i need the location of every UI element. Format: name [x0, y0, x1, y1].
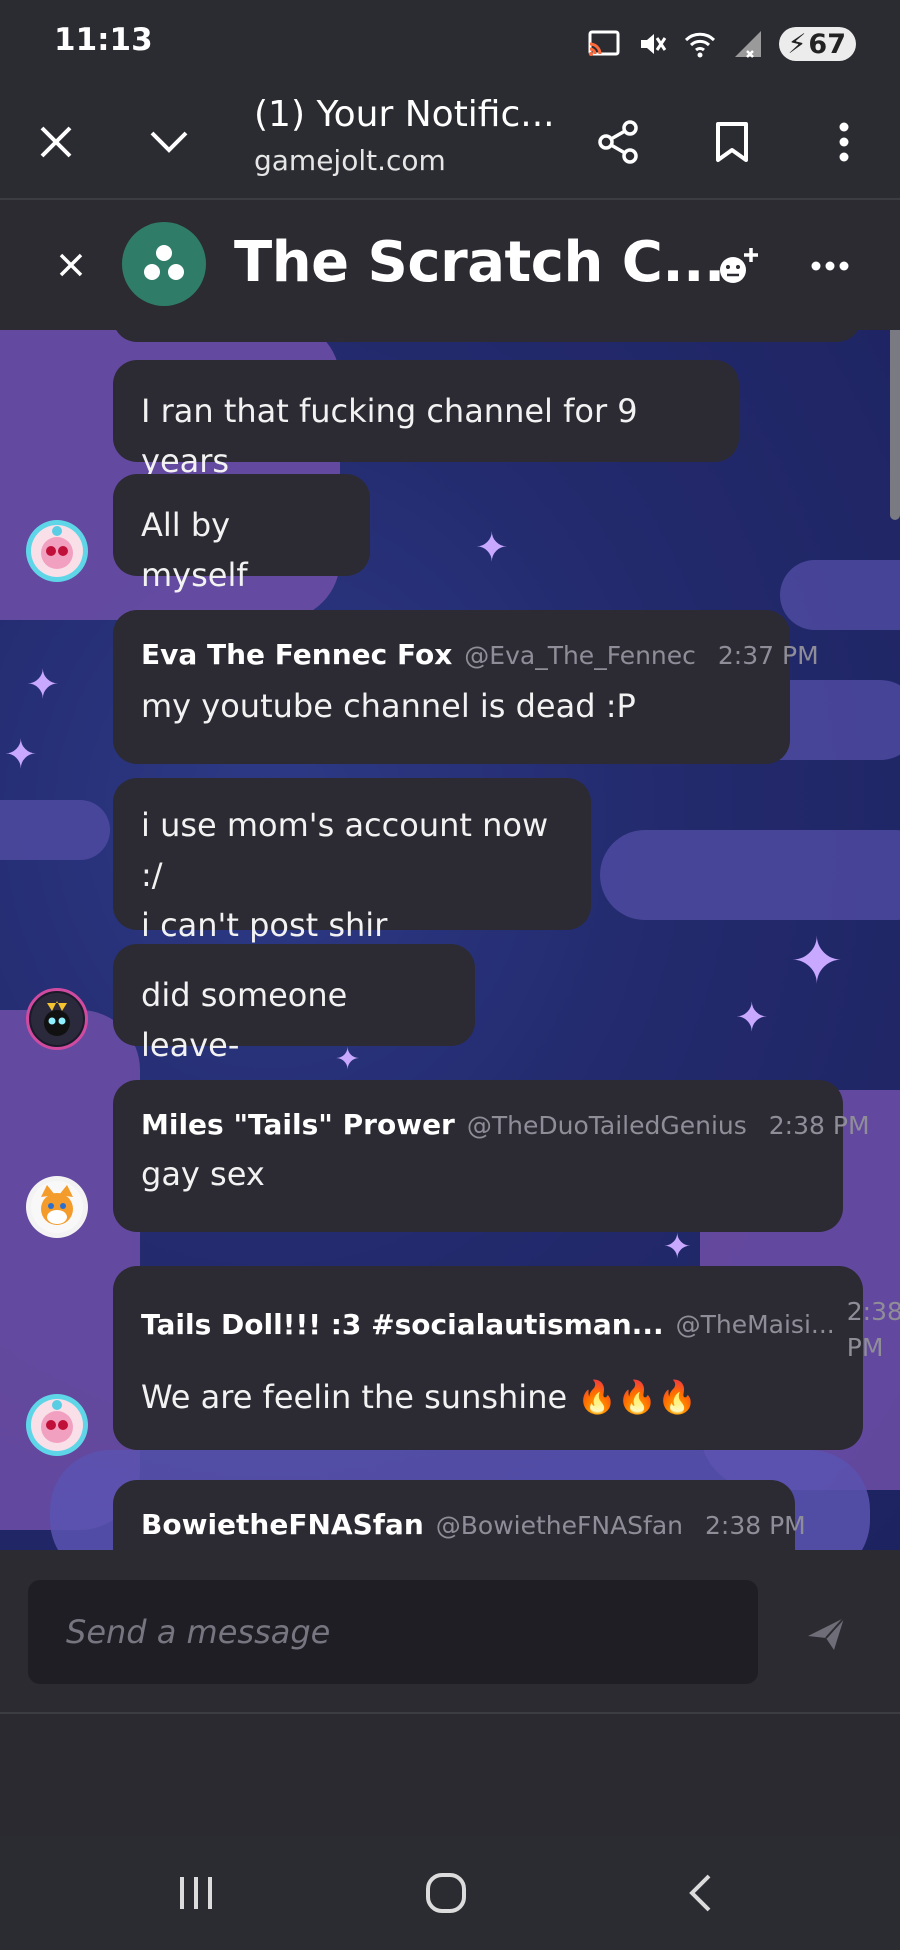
- message-bubble: BowietheFNASfan @BowietheFNASfan 2:38 PM: [113, 1480, 806, 1550]
- user-avatar[interactable]: [26, 988, 88, 1050]
- message-time: 2:38 PM: [768, 1111, 870, 1140]
- bg-star: ✦: [790, 925, 844, 999]
- empty-space: [0, 1716, 900, 1836]
- message-author[interactable]: Eva The Fennec Fox: [141, 638, 452, 671]
- wifi-icon: [683, 27, 717, 61]
- home-icon: [426, 1873, 466, 1913]
- scrollbar[interactable]: [890, 330, 900, 520]
- pink-creature-avatar-icon: [31, 525, 83, 577]
- pink-creature-avatar-icon: [31, 1399, 83, 1451]
- chat-header: The Scratch C...: [0, 200, 900, 330]
- overflow-menu-button[interactable]: [808, 106, 880, 178]
- message-bubble: Miles "Tails" Prower @TheDuoTailedGenius…: [113, 1080, 870, 1232]
- close-icon: [40, 126, 72, 158]
- group-icon: [144, 245, 184, 280]
- message-time-hour: 2:38: [846, 1297, 900, 1326]
- status-bar: 11:13 ⚡ 67: [0, 0, 900, 84]
- bg-cloud: [0, 800, 110, 860]
- chevron-down-icon: [150, 131, 188, 153]
- signal-icon: [731, 27, 765, 61]
- bg-star: ✦: [663, 1227, 692, 1267]
- close-icon: [59, 253, 83, 277]
- charging-icon: ⚡: [787, 28, 807, 60]
- group-avatar[interactable]: [122, 222, 206, 306]
- bg-cloud: [780, 560, 900, 630]
- fox-avatar-icon: [31, 1181, 83, 1233]
- bg-star: ✦: [475, 525, 509, 571]
- message-text: i can't post shir: [141, 906, 388, 944]
- message-author[interactable]: Miles "Tails" Prower: [141, 1108, 455, 1141]
- bg-cloud: [600, 830, 900, 920]
- status-icons: ⚡ 67: [587, 24, 856, 64]
- send-button[interactable]: [796, 1604, 856, 1664]
- message-text: i use mom's account now :/: [141, 806, 549, 894]
- message-bubble: I ran that fucking channel for 9 years: [113, 360, 739, 480]
- share-button[interactable]: [582, 106, 654, 178]
- browser-toolbar: (1) Your Notific... gamejolt.com: [0, 84, 900, 200]
- message-composer: [0, 1550, 900, 1714]
- message-time-ampm: PM: [846, 1333, 884, 1362]
- message-header: BowietheFNASfan @BowietheFNASfan 2:38 PM: [141, 1508, 806, 1541]
- message-time: 2:37 PM: [717, 641, 819, 670]
- system-navigation-bar: [0, 1836, 900, 1950]
- user-avatar[interactable]: [26, 1394, 88, 1456]
- message-bubble: [113, 330, 861, 342]
- page-title: (1) Your Notific...: [254, 94, 555, 135]
- message-bubble: Eva The Fennec Fox @Eva_The_Fennec 2:37 …: [113, 610, 819, 764]
- mute-icon: [635, 27, 669, 61]
- home-button[interactable]: [406, 1858, 486, 1928]
- message-handle[interactable]: @BowietheFNASfan: [436, 1511, 683, 1540]
- message-header: Tails Doll!!! :3 #socialautisman... @The…: [141, 1294, 900, 1366]
- message-header: Eva The Fennec Fox @Eva_The_Fennec 2:37 …: [141, 638, 819, 671]
- bookmark-button[interactable]: [696, 106, 768, 178]
- message-header: Miles "Tails" Prower @TheDuoTailedGenius…: [141, 1108, 870, 1141]
- message-time: 2:38 PM: [705, 1511, 806, 1540]
- message-bubble: i use mom's account now :/ i can't post …: [113, 778, 591, 944]
- chat-options-button[interactable]: [800, 236, 860, 296]
- page-domain: gamejolt.com: [254, 144, 446, 177]
- message-bubble: did someone leave-: [113, 944, 475, 1064]
- message-handle[interactable]: @TheDuoTailedGenius: [467, 1111, 747, 1140]
- bg-star: ✦: [4, 732, 38, 778]
- more-vertical-icon: [839, 122, 849, 162]
- recent-apps-button[interactable]: [156, 1858, 236, 1928]
- back-icon: [689, 1874, 711, 1912]
- add-friend-icon: [720, 248, 758, 283]
- message-author[interactable]: Tails Doll!!! :3 #socialautisman...: [141, 1308, 664, 1341]
- message-bubble: Tails Doll!!! :3 #socialautisman... @The…: [113, 1266, 900, 1450]
- share-icon: [598, 120, 638, 164]
- add-member-button[interactable]: [708, 236, 768, 296]
- status-time: 11:13: [54, 22, 153, 58]
- back-button[interactable]: [660, 1858, 740, 1928]
- message-bubble: All by myself: [113, 474, 370, 594]
- bookmark-icon: [716, 122, 748, 162]
- message-time: 2:38 PM: [847, 1294, 900, 1366]
- message-handle[interactable]: @Eva_The_Fennec: [464, 641, 696, 670]
- battery-indicator: ⚡ 67: [779, 27, 856, 61]
- user-avatar[interactable]: [26, 1176, 88, 1238]
- message-text: gay sex: [141, 1155, 265, 1193]
- message-text: All by myself: [141, 506, 248, 594]
- message-input[interactable]: [28, 1580, 758, 1684]
- message-handle[interactable]: @TheMaisi...: [676, 1310, 835, 1339]
- bg-star: ✦: [26, 662, 60, 708]
- message-text: did someone leave-: [141, 976, 348, 1064]
- message-text: I ran that fucking channel for 9 years: [141, 392, 638, 480]
- send-icon: [808, 1617, 845, 1650]
- message-text: We are feelin the sunshine 🔥🔥🔥: [141, 1378, 697, 1416]
- message-author[interactable]: BowietheFNASfan: [141, 1508, 424, 1541]
- user-avatar[interactable]: [26, 520, 88, 582]
- close-chat-button[interactable]: [40, 234, 102, 296]
- recent-apps-icon: [180, 1877, 212, 1909]
- close-tab-button[interactable]: [20, 106, 92, 178]
- chat-title: The Scratch C...: [234, 230, 725, 295]
- dark-character-avatar-icon: [31, 993, 83, 1045]
- more-horizontal-icon: [811, 261, 849, 271]
- chat-messages[interactable]: ✦ ✦ ✦ ✦ ✦ ✦ ✦ I ran that fucking channel…: [0, 330, 900, 1550]
- message-text: my youtube channel is dead :P: [141, 687, 636, 725]
- minimize-tab-button[interactable]: [133, 106, 205, 178]
- cast-icon: [587, 27, 621, 61]
- bg-star: ✦: [735, 995, 769, 1041]
- battery-level: 67: [808, 28, 846, 60]
